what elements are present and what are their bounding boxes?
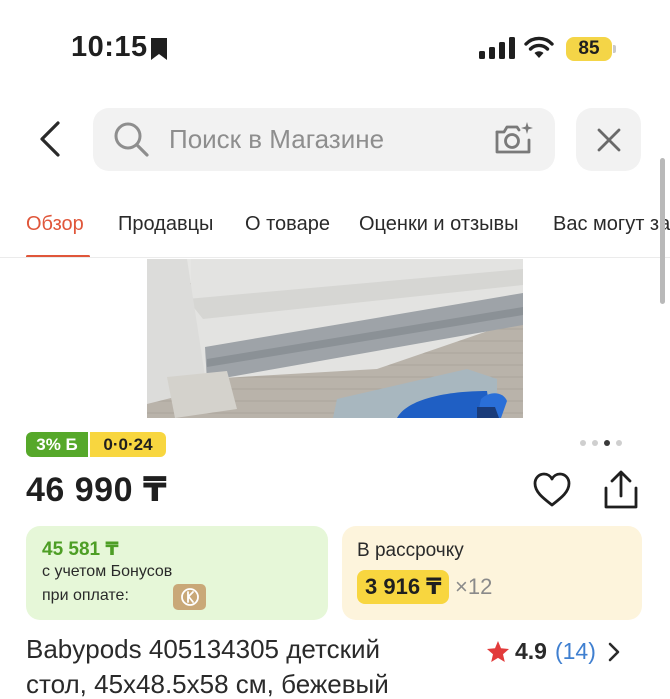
bonus-amount: 45 581 ₸	[42, 539, 119, 560]
tab-bar: Обзор Продавцы О товаре Оценки и отзывы …	[0, 196, 670, 258]
scrollbar[interactable]	[660, 158, 665, 304]
search-box[interactable]	[93, 108, 555, 171]
gallery-dot[interactable]	[616, 440, 622, 446]
bonus-payment-label: при оплате:	[42, 587, 129, 604]
tab-active-indicator	[26, 255, 90, 257]
tab-recommendations[interactable]: Вас могут за	[553, 213, 670, 236]
gallery-dot[interactable]	[580, 440, 586, 446]
product-image[interactable]	[147, 259, 523, 418]
search-input[interactable]	[169, 118, 479, 160]
cashback-badge: 3% Б	[26, 432, 88, 457]
rating-link[interactable]: 4.9 (14)	[486, 638, 620, 665]
product-title-line2: стол, 45x48.5x58 см, бежевый	[26, 669, 389, 699]
payment-method-icon	[173, 584, 206, 610]
installment-card[interactable]: В рассрочку 3 916 ₸ ×12	[342, 526, 642, 620]
battery-indicator: 85	[566, 37, 612, 61]
rating-value: 4.9	[515, 638, 547, 664]
bonus-card[interactable]: 45 581 ₸ с учетом Бонусов при оплате:	[26, 526, 328, 620]
installment-monthly: 3 916 ₸	[357, 570, 450, 604]
back-icon	[40, 121, 60, 157]
installment-badge: 0·0·24	[90, 432, 166, 457]
search-icon	[114, 122, 149, 157]
wifi-icon	[524, 36, 554, 58]
tab-sellers[interactable]: Продавцы	[118, 213, 213, 236]
camera-icon[interactable]	[493, 120, 535, 158]
gallery-dot[interactable]	[592, 440, 598, 446]
gallery-dots	[580, 440, 622, 446]
status-time: 10:15	[71, 31, 148, 63]
status-bar: 10:15 85	[0, 0, 670, 96]
share-icon[interactable]	[602, 470, 640, 510]
back-button[interactable]	[28, 116, 72, 162]
tab-about[interactable]: О товаре	[245, 213, 330, 236]
bonus-description: с учетом Бонусов	[42, 563, 173, 580]
bookmark-icon	[151, 38, 167, 60]
tab-overview[interactable]: Обзор	[26, 213, 84, 236]
heart-icon[interactable]	[533, 472, 571, 508]
star-icon	[487, 641, 509, 662]
rating-count[interactable]: (14)	[555, 638, 596, 665]
close-button[interactable]	[576, 108, 641, 171]
chevron-right-icon	[608, 642, 620, 661]
tab-reviews[interactable]: Оценки и отзывы	[359, 213, 519, 236]
installment-times: ×12	[455, 574, 493, 599]
product-title: Babypods 405134305 детский	[26, 634, 381, 664]
product-price: 46 990 ₸	[26, 471, 168, 509]
battery-tip	[613, 45, 616, 53]
installment-label: В рассрочку	[357, 540, 464, 561]
close-icon	[597, 128, 620, 151]
signal-icon	[479, 37, 515, 59]
gallery-dot-active[interactable]	[604, 440, 610, 446]
